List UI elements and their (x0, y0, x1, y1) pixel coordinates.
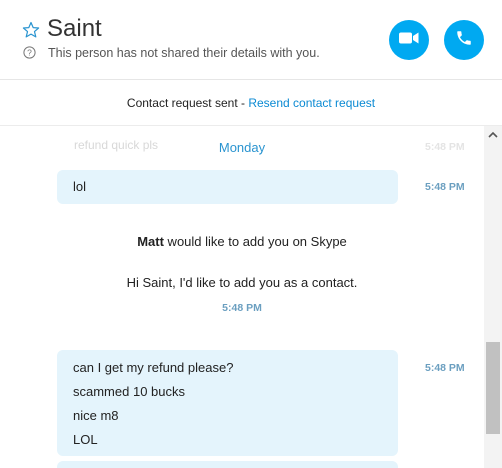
message-text: can I get my refund please? (73, 360, 234, 375)
request-status: Contact request sent - (126, 96, 249, 110)
scrollbar-thumb[interactable] (486, 342, 500, 434)
info-icon: ? (23, 46, 36, 59)
conversation-header: Saint ? This person has not shared their… (0, 0, 502, 80)
scroll-up-button[interactable] (484, 126, 502, 142)
profile-status-text: This person has not shared their details… (48, 46, 320, 60)
message-text: LOL (73, 432, 98, 447)
day-separator: Monday (218, 140, 266, 155)
contact-request-message: Matt would like to add you on Skype (0, 234, 484, 249)
video-call-button[interactable] (389, 20, 429, 60)
phone-icon (455, 29, 473, 52)
request-message-rest: would like to add you on Skype (163, 234, 347, 249)
svg-text:?: ? (27, 48, 32, 58)
message-text: nice m8 (73, 408, 119, 423)
message-bubble-partial[interactable] (57, 461, 398, 468)
contact-request-bar: Contact request sent - Resend contact re… (0, 80, 502, 125)
contact-request-greeting: Hi Saint, I'd like to add you as a conta… (126, 275, 358, 290)
video-camera-icon (399, 31, 419, 50)
message-bubble[interactable]: can I get my refund please? scammed 10 b… (57, 350, 398, 456)
request-sender: Matt (137, 234, 164, 249)
contact-request-text: Contact request sent - Resend contact re… (0, 96, 502, 110)
message-timestamp: 5:48 PM (425, 362, 465, 374)
chevron-up-icon (488, 125, 498, 143)
message-timestamp: 5:48 PM (425, 181, 465, 193)
conversation-area[interactable]: refund quick pls 5:48 PM Monday lol 5:48… (0, 126, 484, 468)
contact-name[interactable]: Saint (47, 14, 102, 44)
system-timestamp: 5:48 PM (222, 302, 262, 314)
message-text: scammed 10 bucks (73, 384, 185, 399)
audio-call-button[interactable] (444, 20, 484, 60)
star-icon[interactable] (22, 21, 40, 39)
message-text: lol (73, 179, 87, 194)
resend-contact-request-link[interactable]: Resend contact request (248, 96, 375, 110)
message-bubble[interactable]: lol (57, 170, 398, 204)
conversation-scrollbar[interactable] (484, 126, 502, 468)
